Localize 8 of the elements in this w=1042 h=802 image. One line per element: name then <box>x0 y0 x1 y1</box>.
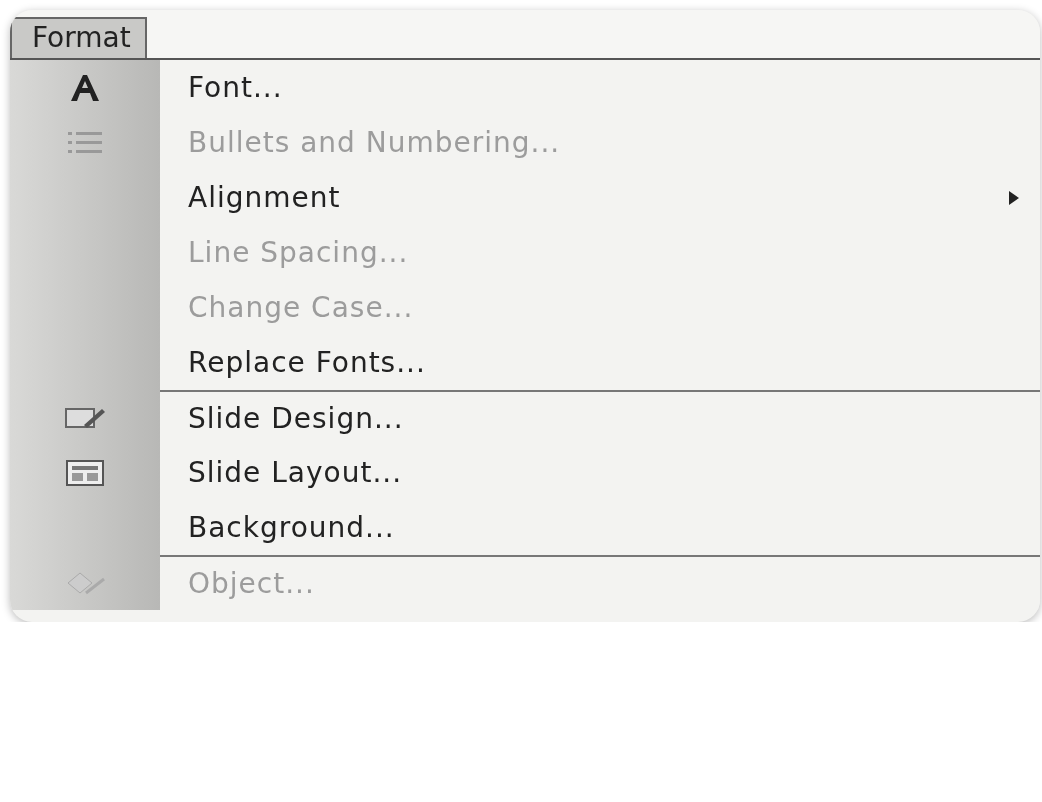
menu-item[interactable]: Background... <box>188 511 395 544</box>
slide-layout-icon <box>65 458 105 487</box>
menu-title[interactable]: Format <box>10 17 147 58</box>
menu-item[interactable]: Slide Layout... <box>188 456 403 489</box>
menu-item[interactable]: Replace Fonts... <box>188 346 426 379</box>
menu-item[interactable]: Font... <box>188 71 283 104</box>
menu-item[interactable]: Alignment <box>188 181 341 214</box>
menu-item[interactable]: Slide Design... <box>188 402 404 435</box>
